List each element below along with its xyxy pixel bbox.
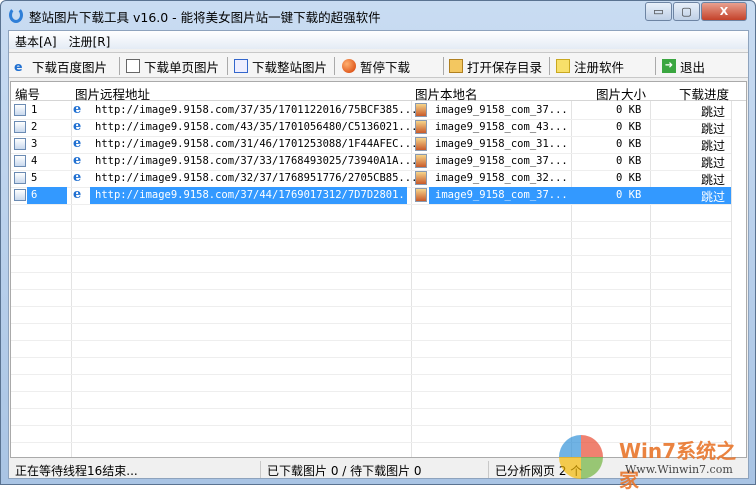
row-size: 0 KB [616,172,642,184]
button-label: 暂停下载 [360,59,411,75]
open-save-folder-button[interactable]: 打开保存目录 [449,56,542,76]
table-row[interactable]: 2 e http://image9.9158.com/43/35/1701056… [11,119,731,136]
folder-open-icon [449,59,463,73]
list-row-icon [14,104,26,116]
row-id: 5 [31,172,38,184]
exit-arrow-icon: ➜ [662,59,676,73]
menu-register[interactable]: 注册[R] [63,31,117,50]
row-size: 0 KB [616,189,642,201]
row-local-name: image9_9158_com_32... [435,172,568,184]
button-label: 退出 [680,59,706,75]
list-row-icon [14,155,26,167]
button-label: 下载单页图片 [144,59,220,75]
list-row-icon [14,138,26,150]
row-id: 4 [31,155,38,167]
row-url: http://image9.9158.com/32/37/1768951776/… [95,172,418,184]
column-header-size[interactable]: 图片大小 [596,84,646,103]
download-site-button[interactable]: 下载整站图片 [234,56,327,76]
row-url: http://image9.9158.com/43/35/1701056480/… [95,121,418,133]
row-size: 0 KB [616,121,642,133]
maximize-button[interactable]: ▢ [673,2,700,21]
ie-page-icon: e [73,187,82,202]
status-thread: 正在等待线程16结束... [15,464,138,478]
image-file-icon [415,171,427,185]
list-row-icon [14,172,26,184]
download-baidu-button[interactable]: e 下载百度图片 [14,56,107,76]
row-progress: 跳过 [701,139,726,153]
toolbar: e 下载百度图片 下载单页图片 下载整站图片 暂停下载 打开保存目录 注册软件 ➜… [9,52,748,78]
list-row-icon [14,189,26,201]
row-local-name: image9_9158_com_43... [435,121,568,133]
client-area: 基本[A] 注册[R] e 下载百度图片 下载单页图片 下载整站图片 暂停下载 打开… [8,30,749,479]
list-row-icon [14,121,26,133]
minimize-button[interactable]: ▭ [645,2,672,21]
menu-basic[interactable]: 基本[A] [9,31,63,50]
button-label: 打开保存目录 [467,59,543,75]
watermark-url: Www.Winwin7.com [625,463,733,476]
row-size: 0 KB [616,138,642,150]
column-header-progress[interactable]: 下载进度 [679,84,729,103]
row-local-name: image9_9158_com_37... [435,189,568,201]
image-file-icon [415,188,427,202]
image-file-icon [415,120,427,134]
app-icon [9,7,23,23]
download-list[interactable]: 编号 图片远程地址 图片本地名 图片大小 下载进度 1 e http://ima… [10,81,747,458]
column-header-local-name[interactable]: 图片本地名 [415,84,478,103]
image-file-icon [415,137,427,151]
table-row[interactable]: 5 e http://image9.9158.com/32/37/1768951… [11,170,731,187]
row-progress: 跳过 [701,190,726,204]
row-id: 2 [31,121,38,133]
table-row[interactable]: 1 e http://image9.9158.com/37/35/1701122… [11,102,731,119]
button-label: 注册软件 [574,59,625,75]
table-row[interactable]: 3 e http://image9.9158.com/31/46/1701253… [11,136,731,153]
list-header: 编号 图片远程地址 图片本地名 图片大小 下载进度 [11,82,746,103]
row-progress: 跳过 [701,122,726,136]
table-row[interactable]: 4 e http://image9.9158.com/37/33/1768493… [11,153,731,170]
row-url: http://image9.9158.com/37/44/1769017312/… [95,189,418,201]
site-document-icon [234,59,248,73]
row-local-name: image9_9158_com_37... [435,104,568,116]
row-url: http://image9.9158.com/37/35/1701122016/… [95,104,418,116]
row-id: 1 [31,104,38,116]
windows-logo-icon [559,435,603,479]
red-circle-icon [342,59,356,73]
row-size: 0 KB [616,104,642,116]
table-row[interactable]: 6 e http://image9.9158.com/37/44/1769017… [11,187,731,204]
download-single-page-button[interactable]: 下载单页图片 [126,56,219,76]
row-local-name: image9_9158_com_31... [435,138,568,150]
watermark: Win7系统之家 Www.Winwin7.com [559,433,749,492]
row-size: 0 KB [616,155,642,167]
pause-download-button[interactable]: 暂停下载 [342,56,410,76]
row-id: 3 [31,138,38,150]
column-header-url[interactable]: 图片远程地址 [75,84,150,103]
menu-bar: 基本[A] 注册[R] [9,31,748,49]
column-header-id[interactable]: 编号 [15,84,40,103]
ie-page-icon: e [73,136,82,151]
row-url: http://image9.9158.com/31/46/1701253088/… [95,138,418,150]
ie-page-icon: e [14,59,23,74]
button-label: 下载百度图片 [32,59,108,75]
status-counts: 已下载图片 0 / 待下载图片 0 [260,461,488,478]
row-url: http://image9.9158.com/37/33/1768493025/… [95,155,418,167]
close-button[interactable]: X [701,2,747,21]
title-bar: 整站图片下载工具 v16.0 - 能将美女图片站一键下载的超强软件 ▭ ▢ X [1,1,755,29]
ie-page-icon: e [73,102,82,117]
note-icon [556,59,570,73]
ie-page-icon: e [73,170,82,185]
ie-page-icon: e [73,153,82,168]
window-title: 整站图片下载工具 v16.0 - 能将美女图片站一键下载的超强软件 [29,10,381,25]
register-software-button[interactable]: 注册软件 [556,56,624,76]
image-file-icon [415,103,427,117]
row-progress: 跳过 [701,156,726,170]
app-window: 整站图片下载工具 v16.0 - 能将美女图片站一键下载的超强软件 ▭ ▢ X … [0,0,756,492]
document-icon [126,59,140,73]
exit-button[interactable]: ➜ 退出 [662,56,705,76]
row-local-name: image9_9158_com_37... [435,155,568,167]
image-file-icon [415,154,427,168]
ie-page-icon: e [73,119,82,134]
row-progress: 跳过 [701,173,726,187]
row-progress: 跳过 [701,105,726,119]
button-label: 下载整站图片 [252,59,328,75]
row-id: 6 [31,189,38,201]
